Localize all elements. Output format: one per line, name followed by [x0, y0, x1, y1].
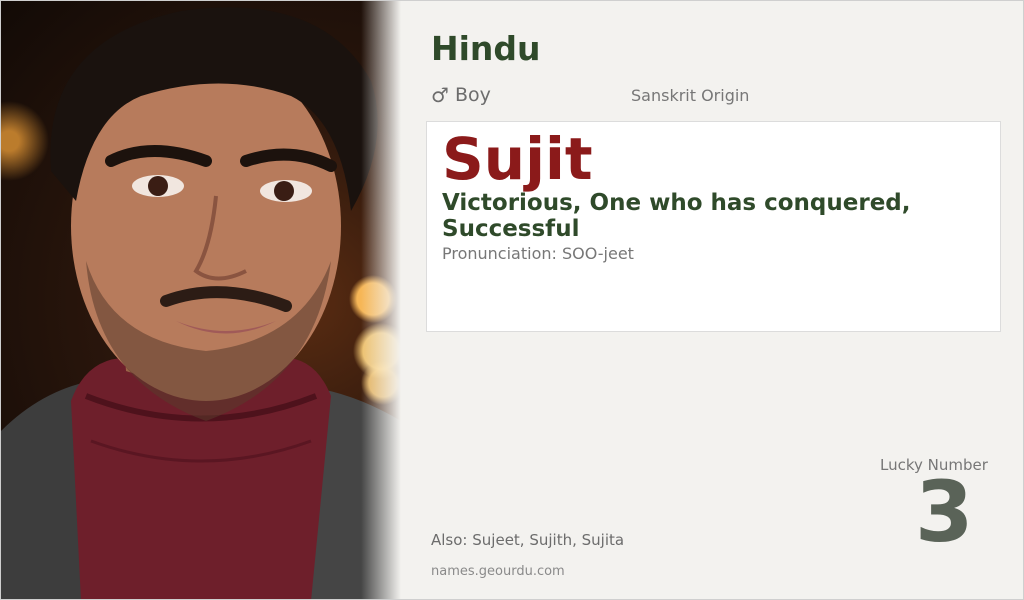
- religion-title: Hindu: [431, 29, 541, 68]
- lucky-number-value: 3: [915, 463, 974, 561]
- gender-row: ♂ Boy: [431, 83, 491, 107]
- man-portrait-illustration: [1, 7, 401, 599]
- portrait-fade: [361, 1, 401, 599]
- name-meaning: Victorious, One who has conquered, Succe…: [442, 190, 911, 243]
- name-card: Hindu ♂ Boy Sanskrit Origin Sujit Victor…: [0, 0, 1024, 600]
- pronunciation-value: SOO-jeet: [561, 244, 634, 263]
- baby-name: Sujit: [442, 125, 593, 193]
- pronunciation-label: Pronunciation:: [442, 244, 557, 263]
- also-label: Also:: [431, 531, 468, 549]
- male-symbol-icon: ♂: [431, 83, 449, 107]
- gender-label: Boy: [454, 84, 491, 106]
- origin-label: Sanskrit Origin: [631, 86, 750, 105]
- pronunciation-row: Pronunciation: SOO-jeet: [442, 244, 634, 263]
- portrait-photo: [1, 1, 401, 599]
- also-names-row: Also: Sujeet, Sujith, Sujita: [431, 531, 624, 549]
- also-values: Sujeet, Sujith, Sujita: [472, 531, 625, 549]
- website-link[interactable]: names.geourdu.com: [431, 564, 565, 579]
- name-panel: Sujit Victorious, One who has conquered,…: [426, 121, 1001, 332]
